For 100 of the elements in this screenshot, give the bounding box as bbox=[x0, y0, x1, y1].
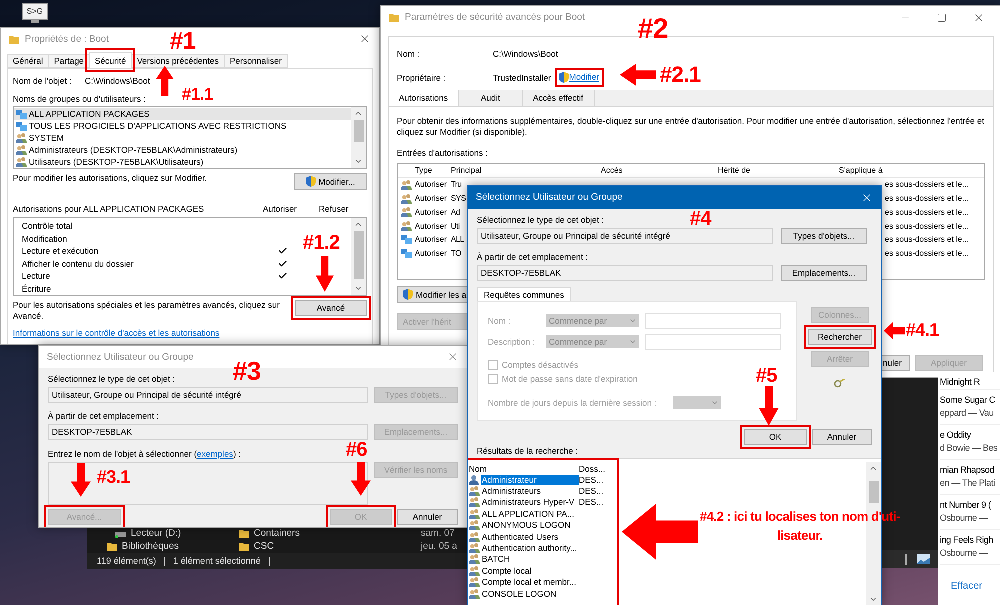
permission-name: Afficher le contenu du dossier bbox=[22, 258, 134, 269]
users-icon bbox=[401, 221, 412, 231]
scroll-thumb[interactable] bbox=[354, 231, 364, 279]
list-item[interactable]: TOUS LES PROGICIELS D'APPLICATIONS AVEC RESTRICTIONS bbox=[14, 120, 351, 132]
annotation-arrow bbox=[884, 322, 905, 340]
scrollbar[interactable] bbox=[351, 218, 366, 295]
image-icon[interactable] bbox=[917, 554, 930, 564]
location-field: DESKTOP-7E5BLAK bbox=[477, 265, 773, 281]
annotation-label: #3 bbox=[233, 358, 261, 384]
annotation-label: #6 bbox=[346, 440, 368, 460]
scroll-down-icon[interactable] bbox=[354, 157, 363, 166]
maximize-icon[interactable] bbox=[937, 12, 947, 22]
annotation-arrow bbox=[156, 66, 174, 96]
query-input[interactable] bbox=[645, 334, 781, 350]
table-cell: Uti bbox=[451, 222, 460, 230]
table-cell: Autoriser bbox=[415, 194, 448, 204]
track-artist: Osbourne — bbox=[940, 512, 990, 525]
column-header: Hérité de bbox=[718, 166, 750, 176]
result-row[interactable]: ALL APPLICATION PA... bbox=[469, 508, 615, 520]
result-row[interactable]: Authentication authority... bbox=[469, 542, 615, 554]
object-types-button[interactable]: Types d'objets... bbox=[781, 228, 867, 244]
scroll-up-icon[interactable] bbox=[354, 220, 363, 229]
scroll-thumb[interactable] bbox=[354, 120, 364, 142]
status-text: 1 élément sélectionné bbox=[173, 556, 261, 566]
annotation-arrow bbox=[351, 462, 371, 496]
scroll-up-icon[interactable] bbox=[869, 464, 878, 473]
result-row[interactable]: BATCH bbox=[469, 554, 615, 566]
file-date: jeu. 05 a bbox=[421, 541, 458, 552]
field-label: Entrez le nom de l'objet à sélectionner (exemples) : bbox=[48, 449, 241, 459]
scrollbar[interactable] bbox=[351, 107, 366, 168]
list-item[interactable]: ALL APPLICATION PACKAGES bbox=[14, 108, 351, 120]
result-row[interactable]: Administrateurs DES... bbox=[469, 485, 615, 497]
object-name-input[interactable] bbox=[48, 462, 368, 505]
examples-link[interactable]: exemples bbox=[197, 449, 234, 459]
scroll-down-icon[interactable] bbox=[354, 284, 363, 293]
drive-icon bbox=[115, 530, 126, 538]
advanced-button[interactable]: Avancé bbox=[295, 300, 367, 316]
table-cell: Autoriser bbox=[415, 208, 448, 217]
modify-link[interactable]: Modifier bbox=[569, 72, 600, 83]
close-icon[interactable] bbox=[447, 351, 459, 363]
cancel-button[interactable]: Annuler bbox=[397, 509, 458, 525]
track-title: Midnight R bbox=[940, 376, 982, 389]
field-label: Sélectionnez le type de cet objet : bbox=[48, 374, 176, 384]
info-link[interactable]: Informations sur le contrôle d'accès et les autorisations bbox=[13, 328, 220, 338]
close-icon[interactable] bbox=[359, 33, 371, 45]
tab[interactable]: Personnaliser bbox=[224, 54, 288, 68]
result-row[interactable]: Administrateurs Hyper-V DES... bbox=[469, 496, 615, 508]
shield-icon bbox=[306, 176, 316, 187]
window-title: Sélectionnez Utilisateur ou Groupe bbox=[476, 192, 623, 203]
file-name[interactable]: CSC bbox=[254, 541, 416, 552]
tab[interactable]: Partage bbox=[48, 54, 90, 68]
column-header: Accès bbox=[601, 166, 623, 176]
result-row[interactable]: Compte local bbox=[469, 565, 615, 577]
field-label: Nombre de jours depuis la dernière session : bbox=[488, 398, 657, 408]
track-artist: Osbourne — bbox=[940, 547, 990, 560]
list-item[interactable]: Administrateurs (DESKTOP-7E5BLAK\Administrateurs) bbox=[14, 144, 351, 156]
package-icon bbox=[401, 248, 412, 258]
column-header: Nom bbox=[469, 464, 487, 474]
list-item[interactable]: Utilisateurs (DESKTOP-7E5BLAK\Utilisateurs) bbox=[14, 156, 351, 168]
users-icon bbox=[16, 157, 27, 167]
list-item[interactable]: SYSTEM bbox=[14, 132, 351, 144]
status-text: 119 élément(s) bbox=[97, 556, 156, 566]
package-icon bbox=[16, 110, 27, 118]
result-row[interactable]: CONSOLE LOGON bbox=[469, 588, 615, 600]
table-cell: Tru bbox=[451, 180, 462, 190]
nav-item[interactable]: Bibliothèques bbox=[107, 540, 239, 552]
result-row[interactable]: Authenticated Users bbox=[469, 530, 615, 542]
file-name[interactable]: Containers bbox=[254, 528, 416, 539]
table-cell: Ad bbox=[451, 208, 460, 217]
users-icon bbox=[469, 554, 480, 564]
file-date: sam. 07 bbox=[421, 528, 455, 539]
modify-button[interactable]: Modifier... bbox=[294, 173, 367, 190]
window-title: Propriétés de : Boot bbox=[25, 34, 109, 44]
column-header: Type bbox=[415, 166, 432, 176]
users-icon bbox=[469, 520, 480, 530]
users-icon bbox=[469, 577, 480, 588]
clear-link[interactable]: Effacer bbox=[940, 581, 982, 592]
tab[interactable]: Général bbox=[7, 54, 50, 68]
scroll-up-icon[interactable] bbox=[354, 109, 363, 118]
table-cell: es sous-dossiers et le... bbox=[885, 222, 970, 230]
annotation-label: #2 bbox=[638, 15, 668, 43]
nav-item[interactable]: Lecteur (D:) bbox=[107, 528, 239, 540]
query-input[interactable] bbox=[645, 312, 781, 328]
folder-icon bbox=[9, 34, 19, 44]
scroll-thumb[interactable] bbox=[868, 481, 878, 503]
app-icon[interactable]: S>G bbox=[22, 3, 48, 20]
result-row[interactable]: ANONYMOUS LOGON bbox=[469, 520, 615, 531]
section-label: Noms de groupes ou d'utilisateurs : bbox=[13, 94, 146, 104]
annotation-arrow bbox=[71, 463, 91, 497]
column-header: Doss... bbox=[579, 464, 606, 474]
scroll-down-icon[interactable] bbox=[869, 595, 878, 604]
result-row[interactable]: Compte local et membr... bbox=[469, 576, 615, 588]
locations-button[interactable]: Emplacements... bbox=[781, 265, 867, 281]
column-header: Refuser bbox=[319, 204, 350, 214]
tab[interactable]: Versions précédentes bbox=[131, 54, 225, 68]
side-button[interactable]: Rechercher bbox=[808, 329, 872, 345]
ok-button[interactable]: OK bbox=[744, 429, 807, 445]
tab[interactable]: Requêtes communes bbox=[477, 287, 572, 301]
cancel-button[interactable]: Annuler bbox=[812, 429, 872, 445]
tab[interactable]: Autorisations bbox=[389, 90, 460, 106]
